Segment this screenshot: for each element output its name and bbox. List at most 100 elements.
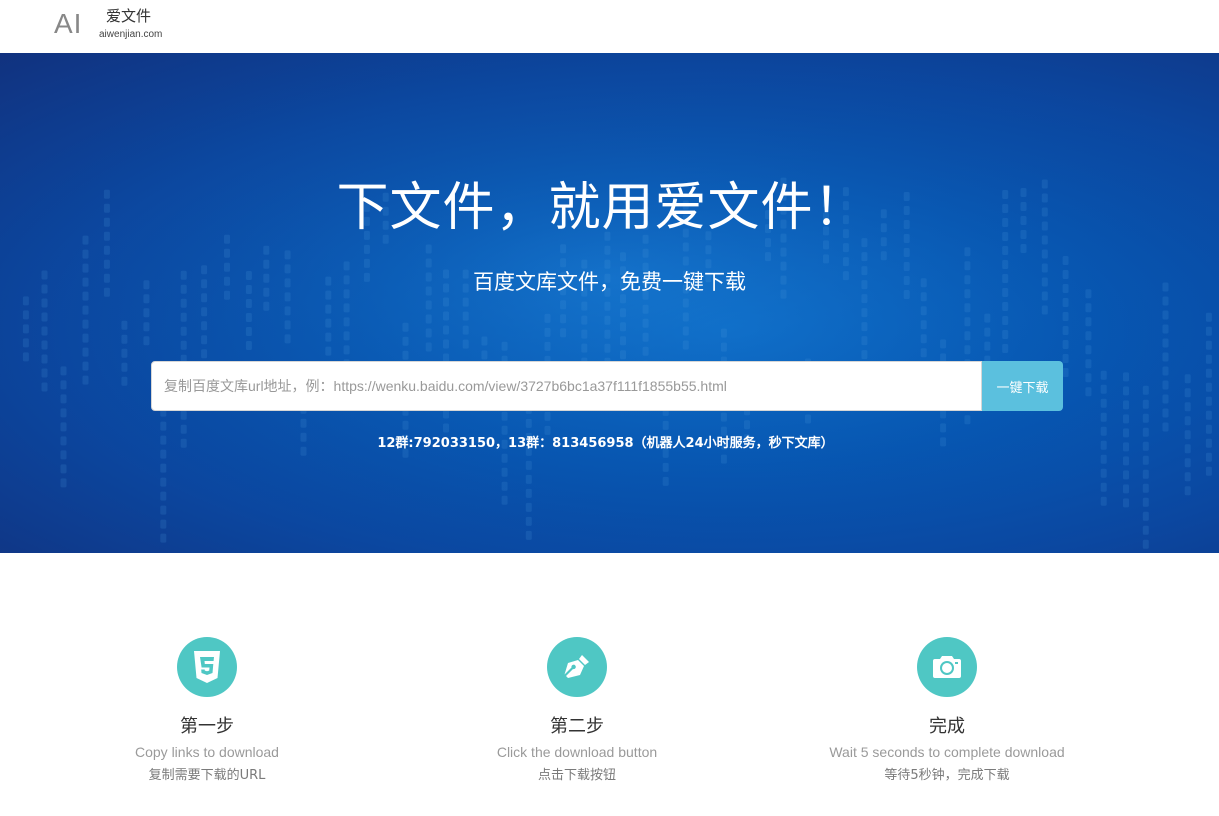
step-description-cn: 点击下载按钮 xyxy=(537,768,616,783)
background-pattern-mark xyxy=(682,326,689,336)
background-pattern-mark xyxy=(245,299,252,308)
background-pattern-mark xyxy=(984,341,991,351)
background-pattern-mark xyxy=(604,329,611,339)
brand-name[interactable]: 爱文件 xyxy=(106,5,151,26)
url-input[interactable] xyxy=(151,361,982,411)
background-pattern-mark xyxy=(1184,458,1191,468)
background-pattern-mark xyxy=(343,345,350,355)
background-pattern-mark xyxy=(443,339,449,349)
background-pattern-mark xyxy=(823,240,829,250)
background-pattern-mark xyxy=(920,320,927,330)
background-pattern-mark xyxy=(425,342,432,352)
background-pattern-mark xyxy=(525,516,532,526)
background-pattern-mark xyxy=(1162,296,1169,306)
background-pattern-mark xyxy=(544,313,551,323)
background-pattern-mark xyxy=(1123,414,1129,424)
background-pattern-mark xyxy=(823,254,829,264)
background-pattern-mark xyxy=(180,298,187,308)
background-pattern-mark xyxy=(1162,338,1169,348)
background-pattern-mark xyxy=(940,339,947,349)
background-pattern-mark xyxy=(1184,402,1191,412)
background-pattern-mark xyxy=(121,376,128,386)
site-header: AI 爱文件 aiwenjian.com xyxy=(0,0,1219,53)
background-pattern-mark xyxy=(1205,452,1212,462)
background-pattern-mark xyxy=(60,366,67,376)
background-pattern-mark xyxy=(1184,416,1191,426)
background-pattern-mark xyxy=(201,307,208,317)
background-pattern-mark xyxy=(682,242,689,252)
background-pattern-mark xyxy=(22,352,29,362)
step-title: 完成 xyxy=(929,716,965,737)
background-pattern-mark xyxy=(560,328,567,338)
background-pattern-mark xyxy=(481,350,488,360)
download-button[interactable]: 一键下载 xyxy=(982,361,1063,411)
background-pattern-mark xyxy=(1123,400,1129,410)
background-pattern-mark xyxy=(720,412,727,422)
background-pattern-mark xyxy=(1020,244,1027,253)
background-pattern-mark xyxy=(201,321,208,331)
background-pattern-mark xyxy=(103,245,110,255)
background-pattern-mark xyxy=(160,505,167,515)
background-pattern-mark xyxy=(1100,454,1107,464)
background-pattern-mark xyxy=(1184,472,1191,482)
background-pattern-mark xyxy=(1002,246,1009,255)
logo[interactable]: AI xyxy=(54,8,82,40)
background-pattern-mark xyxy=(984,327,991,337)
background-pattern-mark xyxy=(1142,525,1149,535)
background-pattern-mark xyxy=(160,519,167,529)
background-pattern-mark xyxy=(1085,359,1092,369)
background-pattern-mark xyxy=(581,343,588,353)
background-pattern-mark xyxy=(560,314,567,324)
background-pattern-mark xyxy=(121,334,128,344)
background-pattern-mark xyxy=(284,306,291,316)
background-pattern-mark xyxy=(41,368,48,378)
background-pattern-mark xyxy=(284,334,291,344)
background-pattern-mark xyxy=(525,488,532,498)
background-pattern-mark xyxy=(201,335,208,345)
background-pattern-mark xyxy=(402,322,409,332)
background-pattern-mark xyxy=(620,350,626,360)
background-pattern-mark xyxy=(525,460,532,470)
background-pattern-mark xyxy=(544,341,551,351)
background-pattern-mark xyxy=(402,336,409,346)
background-pattern-mark xyxy=(720,328,727,338)
background-pattern-mark xyxy=(501,481,508,491)
background-pattern-mark xyxy=(1142,399,1149,409)
pen-nib-icon xyxy=(547,637,607,697)
step-1: 第一步 Copy links to download 复制需要下载的URL xyxy=(47,637,367,783)
background-pattern-mark xyxy=(1123,386,1129,396)
background-pattern-mark xyxy=(160,463,167,473)
background-pattern-mark xyxy=(60,408,67,418)
background-pattern-mark xyxy=(245,327,252,336)
background-pattern-mark xyxy=(560,300,567,310)
background-pattern-mark xyxy=(1205,410,1212,420)
background-pattern-mark xyxy=(263,245,270,255)
background-pattern-mark xyxy=(60,478,67,488)
background-pattern-mark xyxy=(1123,484,1129,494)
background-pattern-mark xyxy=(1062,340,1069,349)
background-pattern-mark xyxy=(620,308,626,318)
background-pattern-mark xyxy=(1205,382,1212,392)
background-pattern-mark xyxy=(443,311,449,321)
background-pattern-mark xyxy=(780,247,787,257)
hero-subtitle: 百度文库文件，免费一键下载 xyxy=(473,270,746,294)
background-pattern-mark xyxy=(705,245,712,255)
step-description-cn: 等待5秒钟，完成下载 xyxy=(884,768,1010,783)
group-info-text: 12群:792033150，13群：813456958（机器人24小时服务，秒下… xyxy=(377,436,834,451)
background-pattern-mark xyxy=(1062,298,1069,307)
background-pattern-mark xyxy=(842,243,849,253)
background-pattern-mark xyxy=(1205,396,1212,406)
background-pattern-mark xyxy=(682,298,689,308)
background-pattern-mark xyxy=(1002,302,1009,311)
background-pattern-mark xyxy=(1205,312,1212,322)
step-title: 第二步 xyxy=(550,716,604,737)
background-pattern-mark xyxy=(1062,354,1069,363)
background-pattern-mark xyxy=(1184,388,1191,398)
background-pattern-mark xyxy=(720,342,727,352)
background-pattern-mark xyxy=(964,415,971,425)
background-pattern-mark xyxy=(720,454,727,464)
background-pattern-mark xyxy=(604,343,611,353)
background-pattern-mark xyxy=(1184,374,1191,384)
background-pattern-mark xyxy=(1142,483,1149,493)
background-pattern-mark xyxy=(1085,345,1092,355)
